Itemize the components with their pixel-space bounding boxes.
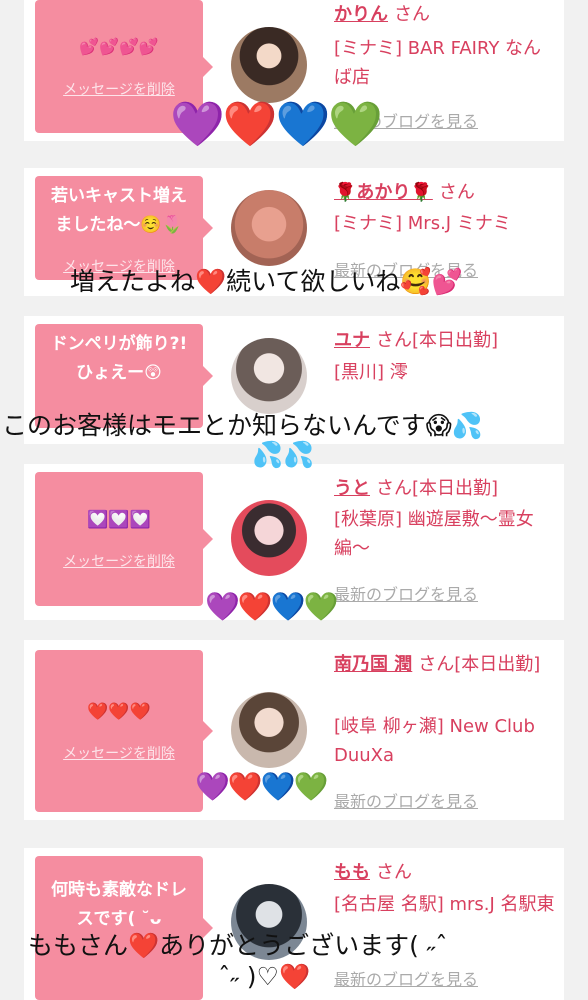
cast-name-row: 🌹あかり🌹 さん <box>334 178 554 207</box>
status-badge: [本日出勤] <box>412 478 499 499</box>
caption-text: ももさん❤️ありがとうございます( ˶ˆ <box>28 931 448 960</box>
caption-text: 増えたよね❤️続いて欲しいね🥰💕 <box>70 267 463 296</box>
hearts-sticker: 💜❤️💙💚 <box>205 590 338 623</box>
cast-name-row: ユナ さん[本日出勤] <box>334 326 554 355</box>
cast-name-row: 南乃国 潤さん[本日出勤] <box>334 650 554 679</box>
delete-message-link[interactable]: メッセージを削除 <box>35 551 203 571</box>
san-suffix: さん <box>438 182 475 203</box>
status-badge: [本日出勤] <box>412 330 499 351</box>
cast-name-row: もも さん <box>334 858 554 887</box>
caption-text: このお客様はモエとか知らないんです😱💦 <box>2 411 483 440</box>
san-suffix: さん <box>418 654 455 675</box>
san-suffix: さん <box>394 4 430 25</box>
cast-name-link[interactable]: ユナ <box>334 330 370 351</box>
shop-name: [黒川] 澪 <box>334 362 408 383</box>
hearts-sticker: 💜❤️💙💚 <box>170 99 383 150</box>
message-text: 💕💕💕💕 <box>79 37 159 56</box>
cast-name-row: うと さん[本日出勤] <box>334 474 554 503</box>
delete-message-link[interactable]: メッセージを削除 <box>35 79 203 99</box>
shop-name: [ミナミ] Mrs.J ミナミ <box>334 213 511 234</box>
message-text: ❤️❤️❤️ <box>87 702 151 722</box>
message-bubble-4: 💟💟💟 メッセージを削除 <box>35 472 213 606</box>
shop-name: [岐阜 柳ヶ瀬] New Club DuuXa <box>334 716 535 766</box>
avatar[interactable] <box>231 692 307 768</box>
delete-message-link[interactable]: メッセージを削除 <box>35 743 203 763</box>
message-text: 若いキャスト増えましたね〜☺️🌷 <box>51 186 187 235</box>
san-suffix: さん <box>376 862 412 883</box>
shop-name: [ミナミ] BAR FAIRY なんば店 <box>334 38 542 88</box>
latest-blog-link[interactable]: 最新のブログを見る <box>334 581 478 605</box>
latest-blog-link[interactable]: 最新のブログを見る <box>334 966 478 990</box>
caption-text: ˆ˶ )♡❤️ <box>218 962 311 991</box>
cast-name-row: かりん さん <box>334 0 554 29</box>
message-text: 💟💟💟 <box>87 510 151 530</box>
shop-name: [名古屋 名駅] mrs.J 名駅東 <box>334 894 555 915</box>
cast-name-link[interactable]: 🌹あかり🌹 <box>334 182 433 203</box>
cast-name-link[interactable]: 南乃国 潤 <box>334 654 412 675</box>
san-suffix: さん <box>376 330 412 351</box>
status-badge: [本日出勤] <box>454 654 541 675</box>
hearts-sticker: 💜❤️💙💚 <box>195 770 328 803</box>
cast-name-link[interactable]: うと <box>334 478 370 499</box>
cast-name-link[interactable]: もも <box>334 862 370 883</box>
message-bubble-5: ❤️❤️❤️ メッセージを削除 <box>35 650 213 812</box>
cast-name-link[interactable]: かりん <box>334 4 388 25</box>
avatar[interactable] <box>231 500 307 576</box>
caption-text: 💦💦 <box>252 440 315 469</box>
avatar[interactable] <box>231 338 307 414</box>
avatar[interactable] <box>231 190 307 266</box>
shop-name: [秋葉原] 幽遊屋敷〜霊女編〜 <box>334 509 534 559</box>
message-text: ドンペリが飾り?!ひょえー😲 <box>50 334 188 383</box>
avatar[interactable] <box>231 27 307 103</box>
san-suffix: さん <box>376 478 412 499</box>
latest-blog-link[interactable]: 最新のブログを見る <box>334 788 478 812</box>
